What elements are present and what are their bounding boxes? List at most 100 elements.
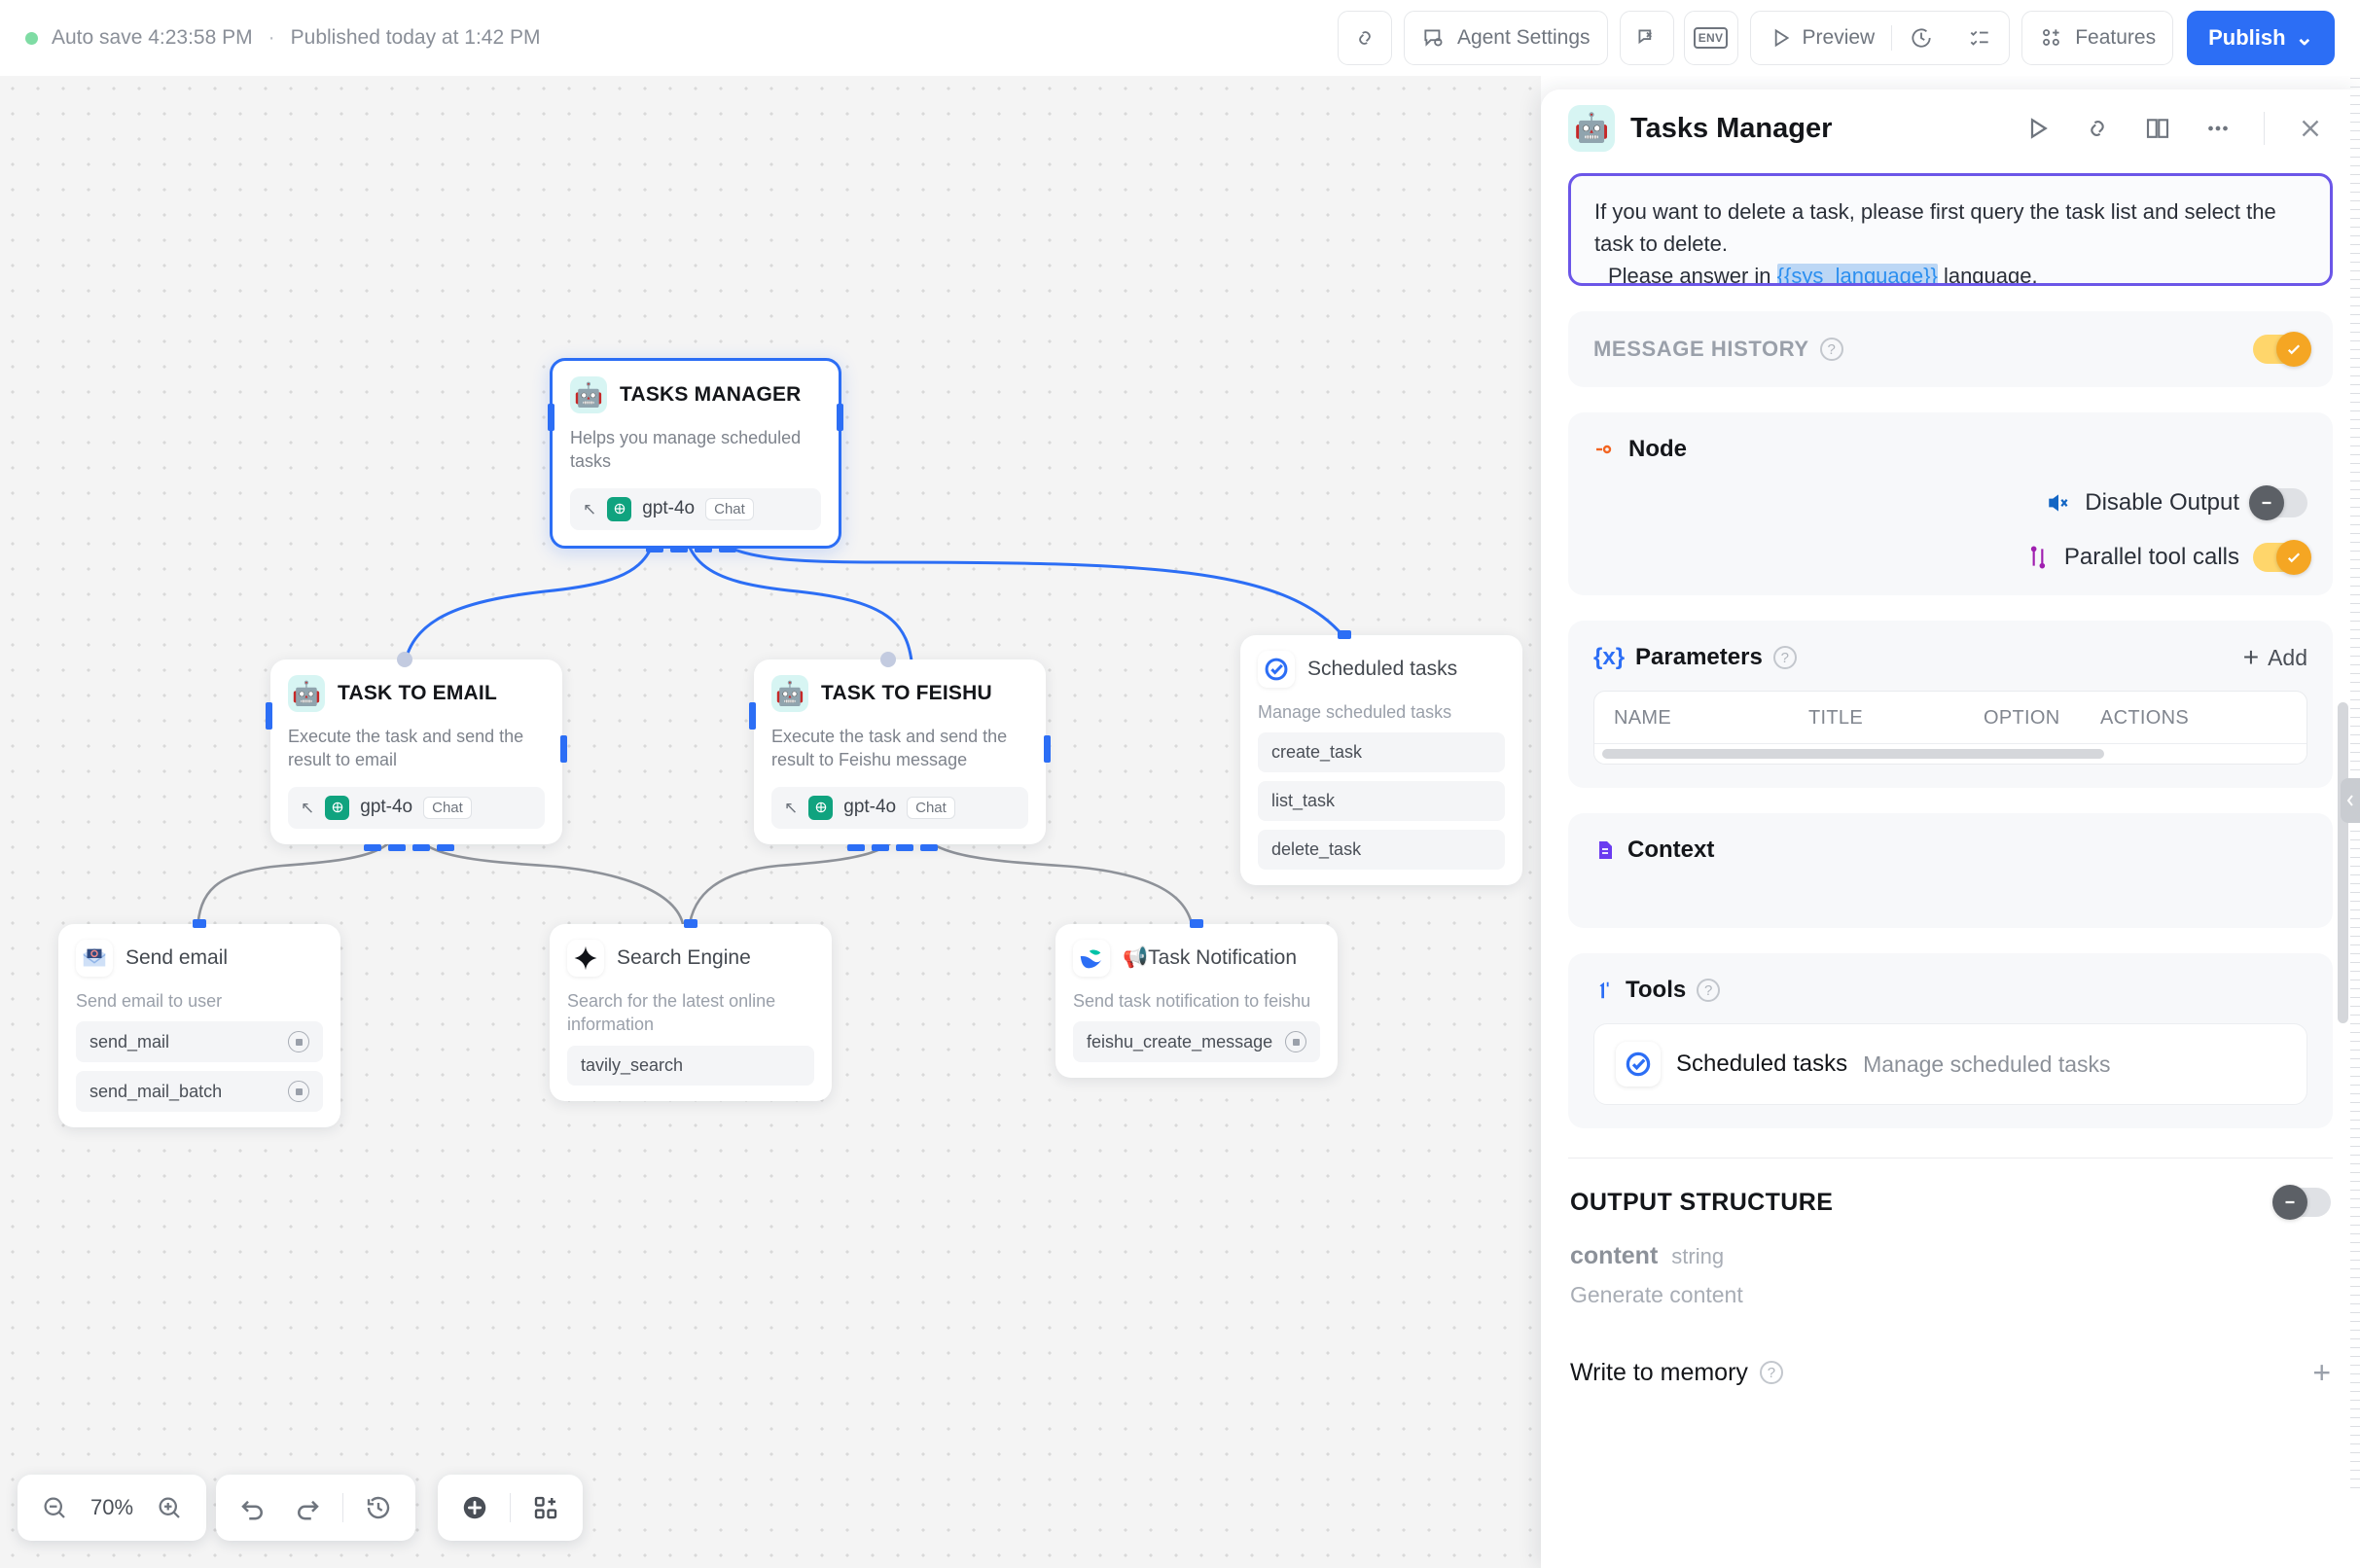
tool-name: create_task (1271, 742, 1362, 763)
tool-list-item[interactable]: feishu_create_message (1073, 1021, 1320, 1062)
panel-docs-button[interactable] (2135, 106, 2180, 151)
redo-button[interactable] (280, 1480, 335, 1535)
tool-list-item[interactable]: send_mail_batch (76, 1071, 323, 1112)
model-name: gpt-4o (360, 797, 412, 818)
add-template-button[interactable] (518, 1480, 573, 1535)
node-input-port[interactable] (1338, 630, 1351, 639)
robot-icon: 🤖 (288, 675, 325, 712)
tool-list-item[interactable]: send_mail (76, 1021, 323, 1062)
panel-link-button[interactable] (2075, 106, 2120, 151)
toggle-knob (2272, 1185, 2307, 1220)
agent-settings-button[interactable]: Agent Settings (1404, 11, 1608, 65)
disable-output-toggle[interactable] (2253, 488, 2307, 517)
node-input-port[interactable] (1190, 919, 1203, 928)
toggle-knob (2276, 332, 2311, 367)
node-header: 📢Task Notification (1073, 940, 1320, 977)
panel-close-button[interactable] (2288, 106, 2333, 151)
zoom-controls: 70% (18, 1475, 206, 1541)
tool-run-icon[interactable] (1285, 1031, 1306, 1052)
features-button[interactable]: Features (2021, 11, 2173, 65)
tool-card-scheduled-tasks[interactable]: Scheduled tasks Manage scheduled tasks (1593, 1023, 2307, 1105)
message-history-toggle[interactable] (2253, 335, 2307, 364)
run-history-button[interactable] (1892, 12, 1950, 64)
node-settings-card: Node Disable Output (1568, 412, 2333, 595)
checklist-icon (1967, 25, 1992, 51)
node-search-engine[interactable]: Search Engine Search for the latest onli… (550, 924, 832, 1101)
add-parameter-button[interactable]: + Add (2243, 644, 2307, 671)
controls-divider (342, 1493, 343, 1522)
tool-run-icon[interactable] (288, 1031, 309, 1052)
panel-header: 🤖 Tasks Manager (1541, 89, 2360, 167)
zoom-out-button[interactable] (27, 1480, 82, 1535)
publish-label: Publish (2208, 25, 2285, 51)
help-icon[interactable]: ? (1697, 979, 1720, 1002)
node-left-port[interactable] (749, 702, 756, 730)
help-icon[interactable]: ? (1760, 1361, 1783, 1384)
node-title: Scheduled tasks (1307, 658, 1457, 681)
robot-icon: 🤖 (771, 675, 808, 712)
output-structure-toggle[interactable] (2276, 1188, 2331, 1217)
panel-more-button[interactable] (2196, 106, 2240, 151)
node-input-port[interactable] (193, 919, 206, 928)
tool-list-item[interactable]: list_task (1258, 781, 1505, 821)
node-task-to-email[interactable]: 🤖 TASK TO EMAIL Execute the task and sen… (270, 659, 562, 844)
node-model-row[interactable]: ↖ gpt-4o Chat (771, 787, 1028, 829)
zoom-in-button[interactable] (142, 1480, 197, 1535)
check-icon (2285, 549, 2303, 566)
collapse-icon: ↖ (784, 800, 798, 816)
parameters-table-header: NAME TITLE OPTION ACTIONS (1594, 692, 2306, 744)
node-input-port[interactable] (684, 919, 697, 928)
link-button[interactable] (1338, 11, 1392, 65)
workflow-canvas[interactable]: 🤖 TASKS MANAGER Helps you manage schedul… (0, 76, 1541, 1568)
node-input-port[interactable] (880, 652, 896, 667)
node-send-email[interactable]: Send email Send email to user send_mail … (58, 924, 340, 1127)
parameters-hscrollbar[interactable] (1594, 744, 2306, 764)
prompt-variable-token[interactable]: {{sys_language}} (1777, 264, 1938, 286)
tool-list-item[interactable]: delete_task (1258, 830, 1505, 870)
autosave-status-dot (25, 32, 38, 45)
panel-run-button[interactable] (2015, 106, 2059, 151)
panel-scrollbar[interactable] (2338, 702, 2348, 1023)
node-left-port[interactable] (266, 702, 272, 730)
node-input-port[interactable] (397, 652, 412, 667)
node-task-notification[interactable]: 📢Task Notification Send task notificatio… (1055, 924, 1338, 1078)
tool-run-icon[interactable] (288, 1081, 309, 1102)
prompt-line-2-post: language. (1938, 264, 2038, 286)
write-to-memory-label: Write to memory (1570, 1359, 1748, 1387)
output-field-type: string (1671, 1244, 1724, 1269)
node-tasks-manager[interactable]: 🤖 TASKS MANAGER Helps you manage schedul… (550, 358, 841, 549)
help-icon[interactable]: ? (1773, 646, 1797, 669)
node-output-port[interactable] (837, 404, 843, 431)
preview-button[interactable]: Preview (1751, 12, 1892, 64)
publish-button[interactable]: Publish ⌄ (2187, 11, 2335, 65)
add-node-button[interactable] (447, 1480, 502, 1535)
node-bottom-ports[interactable] (847, 844, 938, 851)
tool-list-item[interactable]: create_task (1258, 732, 1505, 772)
node-right-port[interactable] (560, 735, 567, 763)
panel-collapse-handle[interactable] (2341, 778, 2360, 823)
node-bottom-ports[interactable] (364, 844, 454, 851)
tool-list-item[interactable]: tavily_search (567, 1046, 814, 1086)
parallel-tool-calls-toggle[interactable] (2253, 543, 2307, 572)
node-right-port[interactable] (1044, 735, 1051, 763)
checklist-button[interactable] (1950, 12, 2009, 64)
add-memory-button[interactable]: + (2312, 1357, 2331, 1388)
node-scheduled-tasks[interactable]: Scheduled tasks Manage scheduled tasks c… (1240, 635, 1522, 885)
env-button[interactable]: ENV (1684, 11, 1738, 65)
system-prompt-editor[interactable]: If you want to delete a task, please fir… (1568, 173, 2333, 286)
node-bottom-ports[interactable] (646, 546, 736, 552)
check-icon (2285, 340, 2303, 358)
node-input-port[interactable] (548, 404, 554, 431)
chat-disabled-button[interactable] (1620, 11, 1674, 65)
node-model-row[interactable]: ↖ gpt-4o Chat (570, 488, 821, 530)
undo-button[interactable] (226, 1480, 280, 1535)
robot-icon: 🤖 (1568, 105, 1615, 152)
agent-settings-icon (1421, 25, 1447, 51)
node-model-row[interactable]: ↖ gpt-4o Chat (288, 787, 545, 829)
version-history-button[interactable] (351, 1480, 406, 1535)
help-icon[interactable]: ? (1820, 338, 1843, 361)
controls-divider (510, 1493, 511, 1522)
node-task-to-feishu[interactable]: 🤖 TASK TO FEISHU Execute the task and se… (754, 659, 1046, 844)
scrollbar-thumb[interactable] (1602, 749, 2104, 759)
openai-icon (808, 796, 833, 820)
